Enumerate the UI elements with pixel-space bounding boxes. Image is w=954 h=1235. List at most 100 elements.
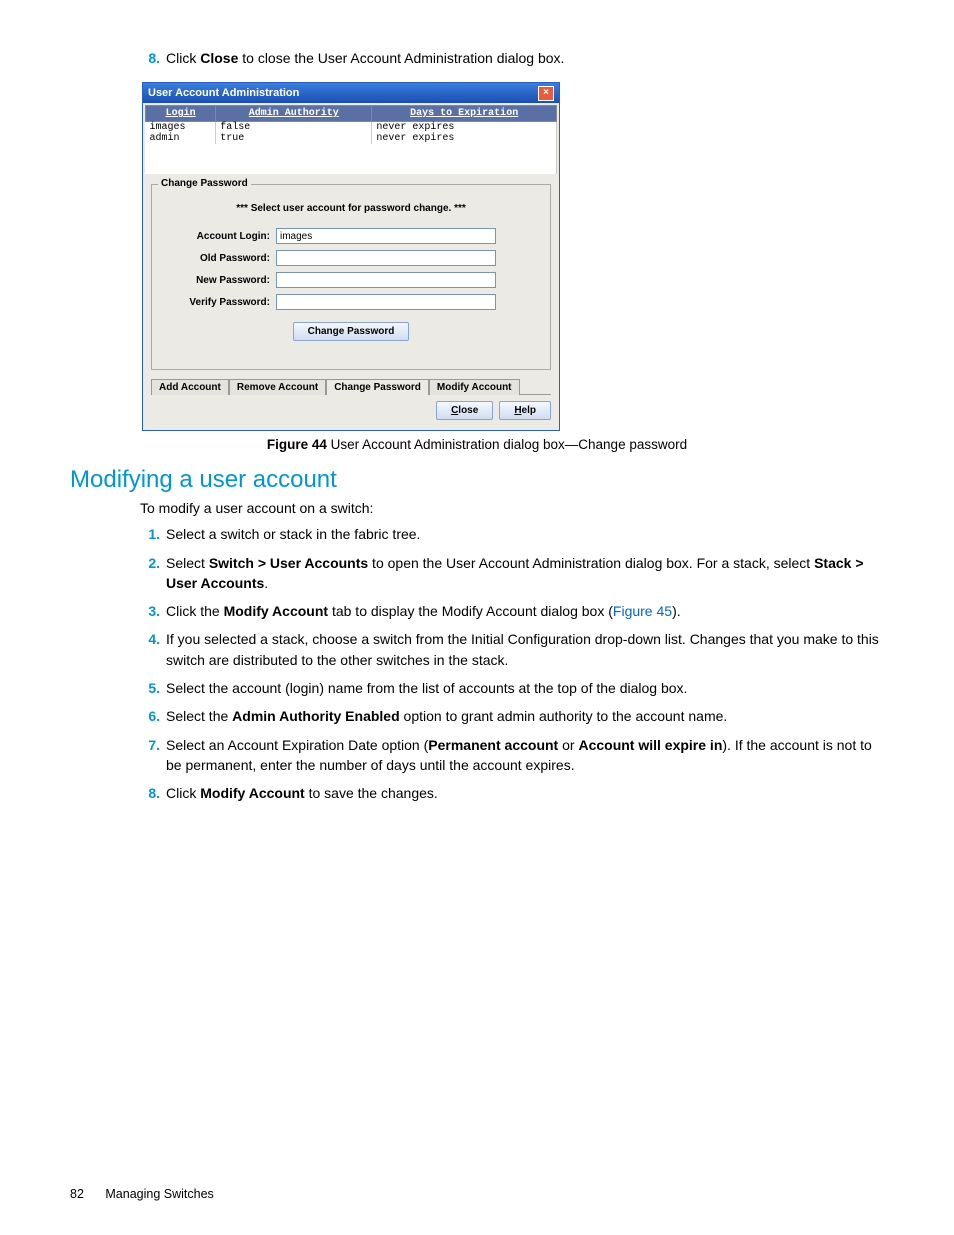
bold: Close	[200, 50, 238, 66]
page-footer: 82 Managing Switches	[70, 1187, 214, 1201]
row-old-password: Old Password:	[160, 250, 542, 266]
step-5: 5. Select the account (login) name from …	[138, 678, 884, 698]
account-login-input[interactable]	[276, 228, 496, 244]
verify-password-input[interactable]	[276, 294, 496, 310]
step-number: 7.	[138, 735, 166, 755]
figure-44: User Account Administration × Login Admi…	[142, 82, 884, 431]
dialog-bottom: Close Help	[143, 395, 559, 430]
row-new-password: New Password:	[160, 272, 542, 288]
text: to open the User Account Administration …	[368, 555, 814, 571]
change-password-fieldset: Change Password *** Select user account …	[151, 184, 551, 370]
cell-exp: never expires	[372, 133, 557, 144]
fieldset-legend: Change Password	[158, 178, 251, 189]
step-number: 1.	[138, 524, 166, 544]
step-6: 6. Select the Admin Authority Enabled op…	[138, 706, 884, 726]
dialog-title: User Account Administration	[148, 87, 299, 99]
label-account-login: Account Login:	[160, 231, 276, 242]
figure-45-link[interactable]: Figure 45	[613, 603, 672, 619]
bold: Account will expire in	[578, 737, 722, 753]
text: Select the	[166, 708, 232, 724]
step-body: If you selected a stack, choose a switch…	[166, 629, 884, 670]
row-verify-password: Verify Password:	[160, 294, 542, 310]
step-body: Select a switch or stack in the fabric t…	[166, 524, 884, 544]
step-body: Click Close to close the User Account Ad…	[166, 48, 884, 68]
text: to close the User Account Administration…	[238, 50, 564, 66]
label-old-password: Old Password:	[160, 253, 276, 264]
rest: lose	[458, 405, 478, 416]
step-number: 8.	[138, 783, 166, 803]
accounts-table-area: Login Admin Authority Days to Expiration…	[143, 103, 559, 176]
table-header: Login Admin Authority Days to Expiration	[146, 106, 557, 122]
dialog-help-button[interactable]: Help	[499, 401, 551, 420]
step-body: Select Switch > User Accounts to open th…	[166, 553, 884, 594]
cell-exp: never expires	[372, 122, 557, 134]
tab-remove-account[interactable]: Remove Account	[229, 379, 326, 395]
table-pad	[146, 144, 557, 174]
label-verify-password: Verify Password:	[160, 297, 276, 308]
step-number: 4.	[138, 629, 166, 649]
cell-login: admin	[146, 133, 216, 144]
tab-change-password[interactable]: Change Password	[326, 379, 429, 395]
text: Click the	[166, 603, 224, 619]
step-2: 2. Select Switch > User Accounts to open…	[138, 553, 884, 594]
text: option to grant admin authority to the a…	[400, 708, 728, 724]
text: ).	[672, 603, 681, 619]
label-new-password: New Password:	[160, 275, 276, 286]
step-7: 7. Select an Account Expiration Date opt…	[138, 735, 884, 776]
col-login: Login	[146, 106, 216, 122]
step-number: 3.	[138, 601, 166, 621]
chapter-title: Managing Switches	[105, 1187, 213, 1201]
section-heading: Modifying a user account	[70, 466, 884, 494]
step-1: 1. Select a switch or stack in the fabri…	[138, 524, 884, 544]
change-password-button[interactable]: Change Password	[293, 322, 410, 341]
table-row[interactable]: images false never expires	[146, 122, 557, 134]
cell-admin: false	[216, 122, 372, 134]
step-body: Click the Modify Account tab to display …	[166, 601, 884, 621]
tab-add-account[interactable]: Add Account	[151, 379, 229, 395]
text: Select an Account Expiration Date option…	[166, 737, 428, 753]
dialog-titlebar: User Account Administration ×	[143, 83, 559, 103]
dialog-tabbar: Add Account Remove Account Change Passwo…	[151, 378, 551, 395]
step-4: 4. If you selected a stack, choose a swi…	[138, 629, 884, 670]
section-intro: To modify a user account on a switch:	[140, 500, 884, 516]
step-body: Select the account (login) name from the…	[166, 678, 884, 698]
new-password-input[interactable]	[276, 272, 496, 288]
text: tab to display the Modify Account dialog…	[328, 603, 613, 619]
bold: Modify Account	[200, 785, 304, 801]
row-account-login: Account Login:	[160, 228, 542, 244]
page-number: 82	[70, 1187, 84, 1201]
step-number: 5.	[138, 678, 166, 698]
select-message: *** Select user account for password cha…	[160, 203, 542, 214]
bold: Modify Account	[224, 603, 328, 619]
step-body: Select an Account Expiration Date option…	[166, 735, 884, 776]
step-number: 2.	[138, 553, 166, 573]
old-password-input[interactable]	[276, 250, 496, 266]
step-8: 8. Click Modify Account to save the chan…	[138, 783, 884, 803]
bold: Permanent account	[428, 737, 558, 753]
mnemonic: H	[514, 405, 521, 416]
user-account-dialog: User Account Administration × Login Admi…	[142, 82, 560, 431]
close-icon[interactable]: ×	[538, 86, 554, 101]
caption-bold: Figure 44	[267, 437, 327, 452]
step-body: Click Modify Account to save the changes…	[166, 783, 884, 803]
table-row[interactable]: admin true never expires	[146, 133, 557, 144]
accounts-table: Login Admin Authority Days to Expiration…	[145, 105, 557, 174]
dialog-close-button[interactable]: Close	[436, 401, 493, 420]
step-number: 6.	[138, 706, 166, 726]
cell-login: images	[146, 122, 216, 134]
bold: Switch > User Accounts	[209, 555, 368, 571]
caption-rest: User Account Administration dialog box—C…	[327, 437, 687, 452]
rest: elp	[522, 405, 536, 416]
col-expiration: Days to Expiration	[372, 106, 557, 122]
tab-modify-account[interactable]: Modify Account	[429, 379, 520, 395]
text: to save the changes.	[305, 785, 438, 801]
step-8-top: 8. Click Close to close the User Account…	[138, 48, 884, 68]
text: Click	[166, 785, 200, 801]
cell-admin: true	[216, 133, 372, 144]
text: or	[558, 737, 578, 753]
step-number: 8.	[138, 48, 166, 68]
col-admin: Admin Authority	[216, 106, 372, 122]
figure-44-caption: Figure 44 User Account Administration di…	[70, 437, 884, 452]
step-body: Select the Admin Authority Enabled optio…	[166, 706, 884, 726]
bold: Admin Authority Enabled	[232, 708, 399, 724]
